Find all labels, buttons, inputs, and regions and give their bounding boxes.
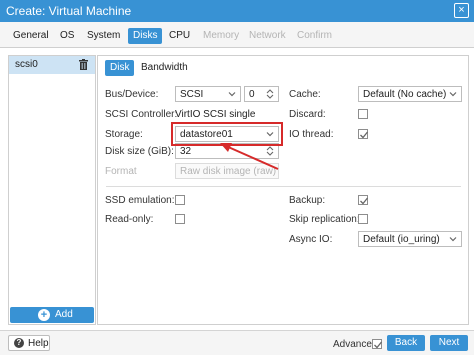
next-button[interactable]: Next [430, 335, 468, 351]
tab-disks[interactable]: Disks [128, 28, 163, 44]
ssd-emulation-label: SSD emulation: [105, 195, 175, 206]
tab-confirm: Confirm [297, 30, 333, 41]
tab-memory: Memory [203, 30, 240, 41]
subtab-bandwidth[interactable]: Bandwidth [136, 60, 193, 76]
add-disk-button[interactable]: + Add [10, 307, 94, 323]
chevron-down-icon [228, 90, 236, 101]
async-io-select[interactable]: Default (io_uring) [358, 231, 462, 247]
add-disk-label: Add [55, 309, 73, 320]
subtab-disk[interactable]: Disk [105, 60, 135, 76]
close-icon[interactable]: × [454, 3, 469, 18]
tab-cpu[interactable]: CPU [164, 28, 195, 44]
help-button-label: Help [28, 338, 49, 349]
wizard-footer: ? Help Advanced Back Next [0, 330, 474, 355]
discard-checkbox[interactable] [358, 109, 368, 119]
read-only-checkbox[interactable] [175, 214, 185, 224]
wizard-tabbar: General OS System Disks CPU Memory Netwo… [0, 22, 474, 48]
bus-select-value: SCSI [180, 89, 204, 100]
spinner-arrows-icon[interactable] [266, 88, 274, 103]
cache-label: Cache: [289, 89, 321, 100]
discard-label: Discard: [289, 109, 326, 120]
backup-checkbox[interactable] [358, 195, 369, 205]
checkmark-icon [360, 197, 369, 205]
back-button[interactable]: Back [387, 335, 425, 351]
plus-circle-icon: + [38, 309, 50, 321]
device-number-spinner[interactable]: 0 [244, 86, 279, 102]
scsi-controller-label: SCSI Controller: [105, 109, 178, 120]
window-titlebar: Create: Virtual Machine × [0, 0, 474, 22]
tab-system[interactable]: System [82, 28, 125, 44]
cache-select-value: Default (No cache) [363, 89, 447, 100]
cache-select[interactable]: Default (No cache) [358, 86, 462, 102]
tab-general[interactable]: General [8, 28, 54, 44]
checkmark-icon [374, 341, 383, 349]
async-io-select-value: Default (io_uring) [363, 234, 440, 245]
bus-device-label: Bus/Device: [105, 89, 159, 100]
section-divider [106, 186, 461, 187]
disk-config-panel: Disk Bandwidth Bus/Device: SCSI 0 SCSI C… [97, 55, 469, 325]
window-title: Create: Virtual Machine [6, 4, 132, 18]
io-thread-checkbox[interactable] [358, 129, 369, 139]
trash-icon[interactable] [79, 59, 88, 73]
advanced-checkbox[interactable] [372, 339, 383, 349]
ssd-emulation-checkbox[interactable] [175, 195, 185, 205]
advanced-label: Advanced [333, 339, 378, 350]
skip-replication-label: Skip replication: [289, 214, 360, 225]
disk-list-item-scsi0[interactable]: scsi0 [9, 56, 95, 74]
read-only-label: Read-only: [105, 214, 154, 225]
question-circle-icon: ? [14, 338, 24, 348]
async-io-label: Async IO: [289, 234, 333, 245]
annotation-arrow-icon [220, 143, 279, 170]
skip-replication-checkbox[interactable] [358, 214, 368, 224]
chevron-down-icon [449, 235, 457, 246]
chevron-down-icon [449, 90, 457, 101]
io-thread-label: IO thread: [289, 129, 334, 140]
help-button[interactable]: ? Help [8, 335, 50, 351]
checkmark-icon [360, 131, 369, 139]
disk-list-panel: scsi0 [8, 55, 96, 325]
tab-os[interactable]: OS [55, 28, 79, 44]
disk-size-label: Disk size (GiB): [105, 146, 174, 157]
backup-label: Backup: [289, 195, 326, 206]
device-number-value: 0 [249, 89, 255, 100]
disk-list-item-label: scsi0 [15, 59, 38, 70]
format-label: Format [105, 166, 137, 177]
tab-network: Network [249, 30, 286, 41]
disk-size-value: 32 [180, 146, 192, 157]
scsi-controller-value: VirtIO SCSI single [175, 109, 256, 120]
bus-select[interactable]: SCSI [175, 86, 241, 102]
storage-label: Storage: [105, 129, 143, 140]
